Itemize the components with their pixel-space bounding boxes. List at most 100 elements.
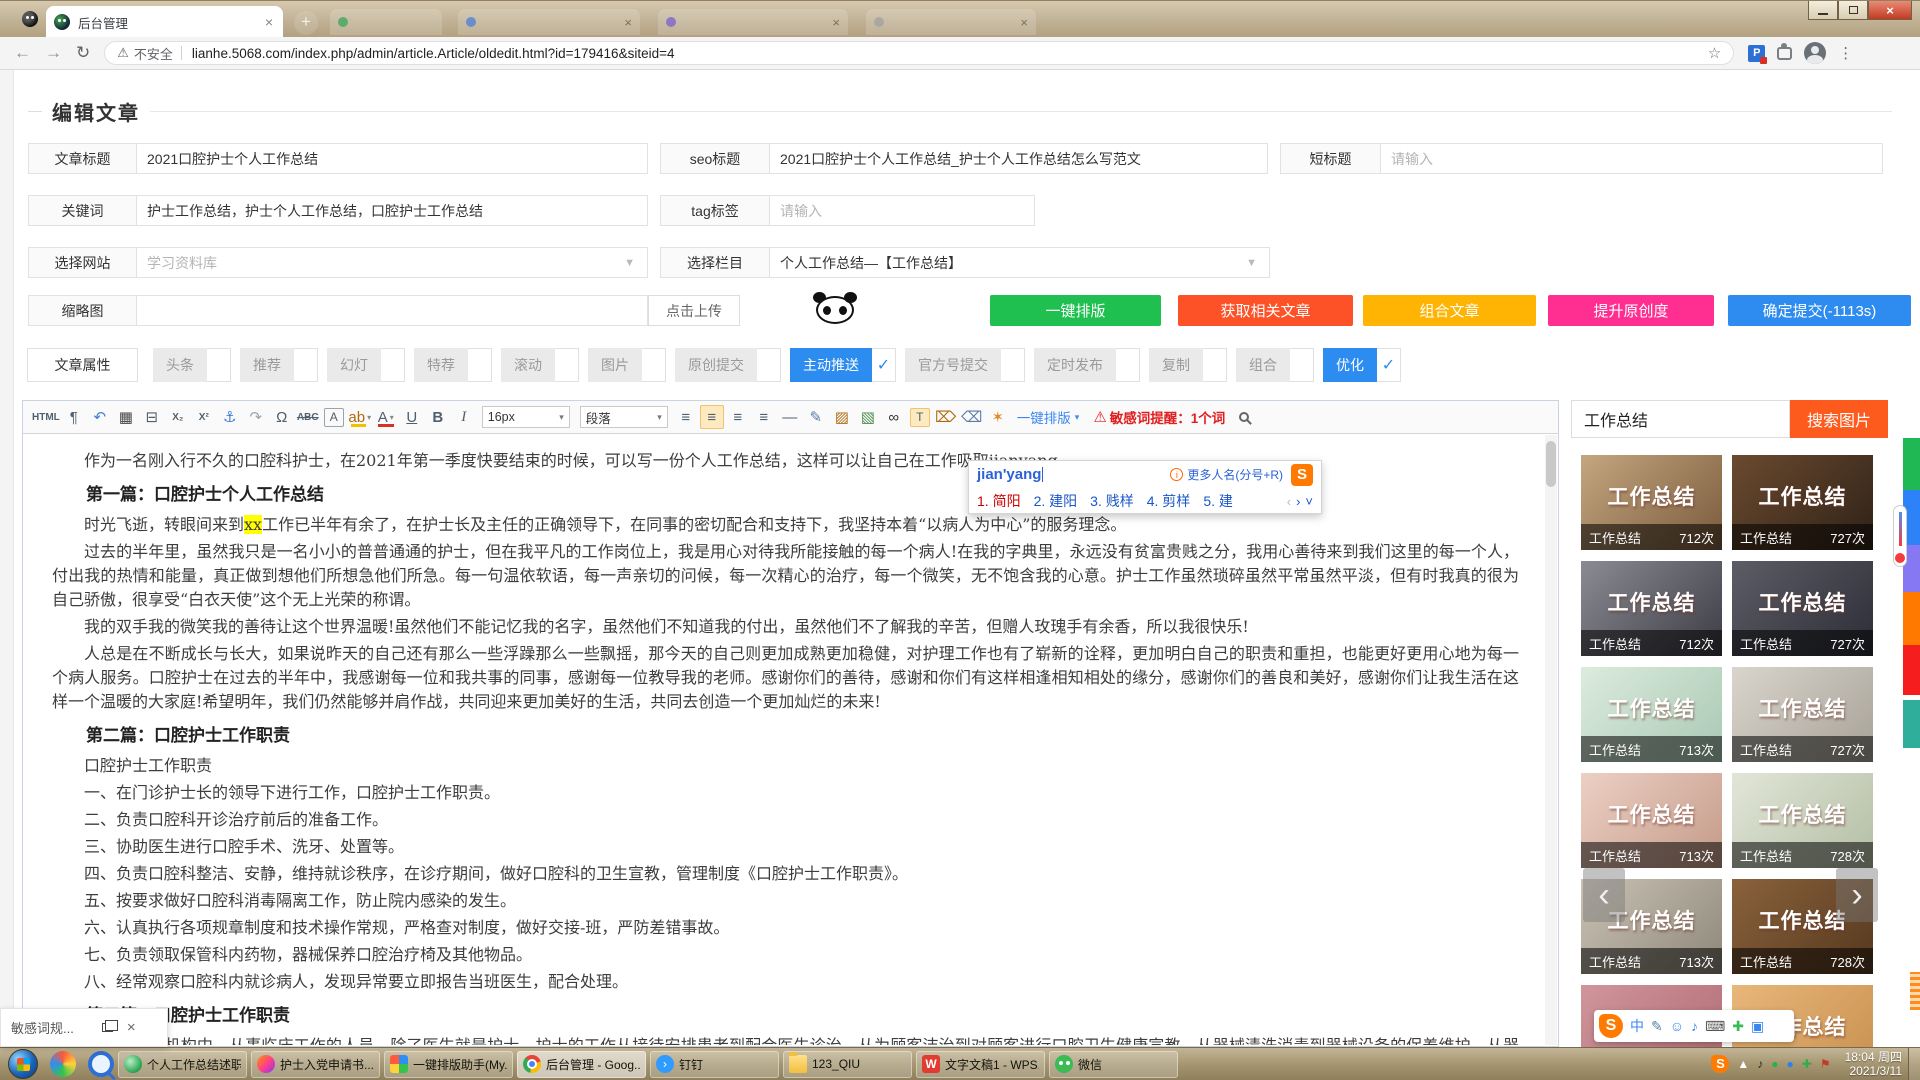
image-result[interactable]: 工作总结工作总结712次 [1581, 561, 1722, 656]
taskbar-app[interactable]: 后台管理 - Goog... [517, 1051, 646, 1078]
short-title-field[interactable] [1381, 143, 1883, 174]
attr-toggle[interactable]: 滚动 [501, 348, 579, 382]
search-zoom-icon[interactable] [1239, 412, 1249, 422]
attr-toggle[interactable]: 官方号提交 [905, 348, 1025, 382]
special-char-icon[interactable]: Ω [270, 405, 294, 429]
tab-close-icon[interactable]: × [263, 14, 275, 30]
chevron-right-icon[interactable]: › [1296, 494, 1300, 509]
volume-icon[interactable]: ♪ [1757, 1057, 1763, 1071]
toolbox-icon[interactable]: ✚ [1732, 1018, 1744, 1035]
restore-button[interactable] [1838, 1, 1868, 20]
keywords-field[interactable] [137, 195, 648, 226]
image-result[interactable]: 工作总结工作总结713次 [1581, 667, 1722, 762]
edge-strip-segment[interactable] [1903, 592, 1920, 645]
background-tab[interactable]: × [458, 9, 640, 35]
paste-as-text-icon[interactable]: T [910, 408, 930, 427]
tag-field[interactable] [770, 195, 1035, 226]
attr-toggle[interactable]: 主动推送✓ [790, 348, 896, 382]
show-desktop-button[interactable] [1908, 1048, 1920, 1080]
security-green-icon[interactable]: ● [1771, 1057, 1778, 1071]
profile-avatar[interactable] [1804, 42, 1826, 64]
redo-icon[interactable]: ↷ [244, 405, 268, 429]
html-source-icon[interactable]: HTML [32, 405, 60, 429]
clipboard-icon[interactable]: ▣ [1751, 1018, 1764, 1035]
attr-checkbox[interactable] [1001, 348, 1025, 382]
underline-icon[interactable]: U [400, 405, 424, 429]
undo-icon[interactable]: ↶ [88, 405, 112, 429]
bookmark-star-icon[interactable]: ☆ [1708, 44, 1721, 62]
align-right-icon[interactable]: ≡ [752, 405, 776, 429]
sogou-logo-icon[interactable]: S [1599, 1014, 1623, 1038]
address-bar[interactable]: ⚠ 不安全 lianhe.5068.com/index.php/admin/ar… [104, 41, 1734, 65]
ime-candidate[interactable]: 5. 建 [1203, 491, 1233, 511]
anchor-icon[interactable]: ⚓ [218, 405, 242, 429]
attr-checkbox[interactable] [381, 348, 405, 382]
attr-checkbox[interactable] [1203, 348, 1227, 382]
new-tab-button[interactable]: + [294, 11, 318, 35]
attr-checkbox[interactable] [294, 348, 318, 382]
attr-checkbox[interactable]: ✓ [872, 348, 896, 382]
article-paragraph[interactable]: 五、按要求做好口腔科消毒隔离工作，防止院内感染的发生。 [52, 889, 1519, 913]
hidden-icons-arrow[interactable]: ▲ [1737, 1057, 1749, 1071]
strikethrough-icon[interactable]: ABC [296, 405, 320, 429]
taskbar-app[interactable]: 123_QIU [783, 1051, 912, 1078]
align-left-icon[interactable]: ≡ [700, 405, 724, 429]
edge-strip-segment[interactable] [1903, 645, 1920, 695]
attr-checkbox[interactable] [468, 348, 492, 382]
article-heading[interactable]: 第三篇：口腔护士工作职责 [52, 1004, 1519, 1028]
seo-title-field[interactable] [770, 143, 1268, 174]
striped-scrollbar-thumb[interactable] [1910, 972, 1920, 1010]
taskbar-app[interactable]: 一键排版助手(My... [384, 1051, 513, 1078]
flag-icon[interactable]: ⚑ [1820, 1057, 1831, 1071]
extensions-puzzle-icon[interactable] [1777, 47, 1792, 60]
paragraph-mark-icon[interactable]: ¶ [62, 405, 86, 429]
attr-checkbox[interactable]: ✓ [1377, 348, 1401, 382]
article-paragraph[interactable]: 我的双手我的微笑我的善待让这个世界温暖!虽然他们不能记忆我的名字，虽然他们不知道… [52, 615, 1519, 639]
editor-scrollbar[interactable] [1545, 435, 1557, 1045]
chevron-down-icon[interactable]: ˅ [1305, 494, 1313, 509]
article-paragraph[interactable]: 过去的半年里，虽然我只是一名小小的普普通通的护士，但在我平凡的工作岗位上，我是用… [52, 540, 1519, 612]
handwriting-icon[interactable]: ✎ [1651, 1018, 1663, 1035]
find-binoculars-icon[interactable]: ∞ [882, 405, 906, 429]
font-color-icon[interactable]: A▾ [374, 405, 398, 429]
image-search-input[interactable] [1572, 401, 1789, 437]
article-paragraph[interactable]: 四、负责口腔科整洁、安静，维持就诊秩序，在诊疗期间，做好口腔科的卫生宣教，管理制… [52, 862, 1519, 886]
ime-candidate[interactable]: 2. 建阳 [1034, 491, 1078, 511]
browser-menu-icon[interactable]: ⋮ [1838, 44, 1853, 62]
one-key-format-button[interactable]: 一键排版▾ [1017, 407, 1080, 427]
app-blue-icon[interactable]: ● [1787, 1057, 1794, 1071]
tab-close-icon[interactable]: × [624, 15, 632, 30]
taskbar-app[interactable]: W文字文稿1 - WPS... [916, 1051, 1045, 1078]
article-paragraph[interactable]: 口腔护士工作职责 [52, 754, 1519, 778]
reload-icon[interactable]: ↻ [76, 43, 90, 63]
edge-strip-segment[interactable] [1903, 438, 1920, 490]
attr-checkbox[interactable] [1290, 348, 1314, 382]
article-paragraph[interactable]: 一、在门诊护士长的领导下进行工作，口腔护士工作职责。 [52, 781, 1519, 805]
attr-toggle[interactable]: 幻灯 [327, 348, 405, 382]
sensitive-word-warning[interactable]: 敏感词提醒：1个词 [1110, 407, 1226, 427]
keywords-input[interactable] [147, 203, 637, 219]
action-button[interactable]: 获取相关文章 [1178, 295, 1353, 326]
attr-toggle[interactable]: 头条 [153, 348, 231, 382]
article-title-input[interactable] [147, 151, 637, 167]
article-paragraph[interactable]: 八、经常观察口腔科内就诊病人，发现异常要立即报告当班医生，配合处理。 [52, 970, 1519, 994]
font-size-select[interactable]: 16px▾ [482, 406, 570, 428]
sogou-logo-icon[interactable]: S [1291, 464, 1313, 486]
attr-toggle[interactable]: 定时发布 [1034, 348, 1140, 382]
article-paragraph[interactable]: 人总是在不断成长与长大，如果说昨天的自己还有那么一些浮躁那么一些飘摇，那今天的自… [52, 642, 1519, 714]
attr-checkbox[interactable] [207, 348, 231, 382]
attr-checkbox[interactable] [757, 348, 781, 382]
ime-candidate[interactable]: 4. 剪样 [1147, 491, 1191, 511]
article-paragraph[interactable]: 六、认真执行各项规章制度和技术操作常规，严格查对制度，做好交接-班，严防差错事故… [52, 916, 1519, 940]
tag-input[interactable] [780, 203, 1024, 219]
highlight-color-icon[interactable]: ab▾ [348, 405, 372, 429]
article-title-field[interactable] [137, 143, 648, 174]
language-mode-icon[interactable]: 中 [1630, 1016, 1644, 1036]
short-title-input[interactable] [1391, 151, 1872, 167]
article-paragraph[interactable]: 三、协助医生进行口腔手术、洗牙、处置等。 [52, 835, 1519, 859]
upload-button[interactable]: 点击上传 [648, 295, 740, 326]
subscript-icon[interactable]: X₂ [166, 405, 190, 429]
voice-input-icon[interactable]: ♪ [1691, 1018, 1698, 1034]
font-border-icon[interactable]: A [324, 408, 344, 427]
attr-toggle[interactable]: 原创提交 [675, 348, 781, 382]
